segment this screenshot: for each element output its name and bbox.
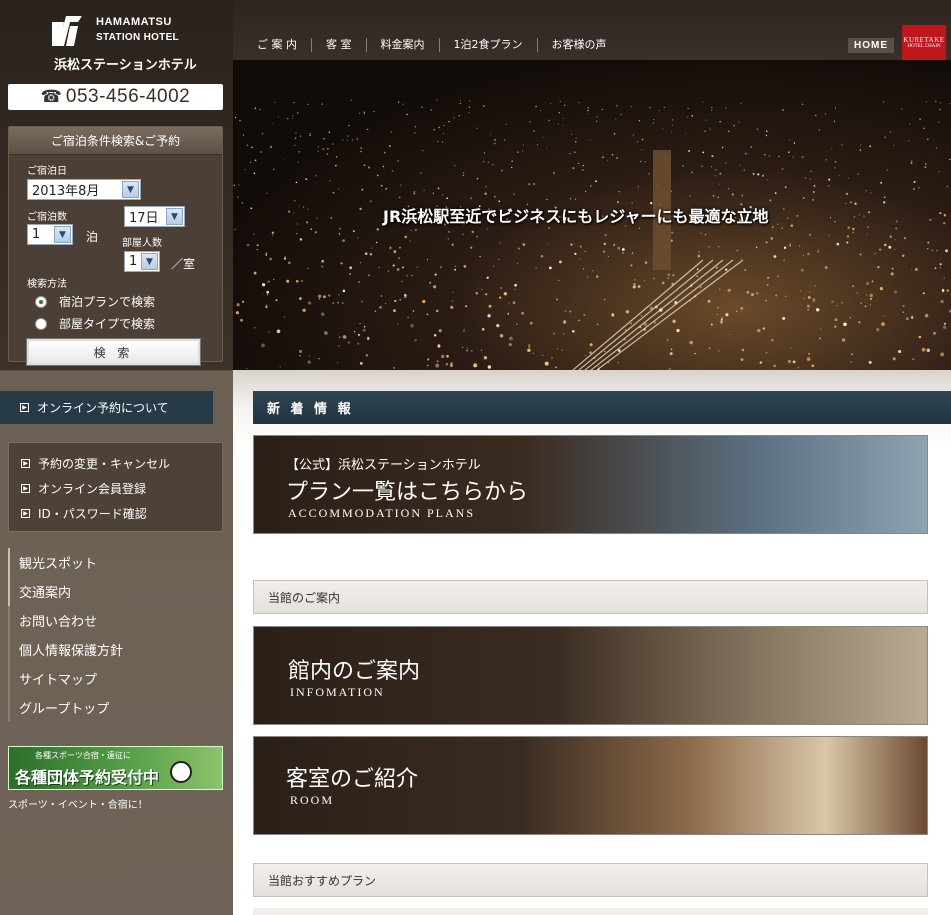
search-by-plan-label: 宿泊プランで検索 — [59, 295, 156, 309]
online-reservation-label: オンライン予約について — [37, 401, 169, 415]
hero-caption: JR浜松駅至近でビジネスにもレジャーにも最適な立地 — [383, 207, 769, 226]
nav-rates[interactable]: 料金案内 — [367, 38, 440, 52]
phone-number: 053-456-4002 — [65, 86, 191, 107]
arrow-bullet-icon: ▶ — [20, 403, 29, 412]
search-method-label: 検索方法 — [27, 279, 67, 290]
search-form-title: ご宿泊条件検索&ご予約 — [9, 127, 222, 155]
chevron-down-icon: ▼ — [141, 253, 158, 270]
global-nav: ご 案 内 客 室 料金案内 1泊2食プラン お客様の声 — [243, 38, 621, 52]
radio-button[interactable] — [35, 317, 47, 330]
month-select-value: 2013年8月 — [32, 184, 100, 199]
group-banner-subtitle: 各種スポーツ合宿・遠征に — [35, 751, 131, 760]
room-banner-english: ROOM — [290, 793, 335, 807]
room-banner-title: 客室のご紹介 — [286, 767, 419, 792]
nights-select-value: 1 — [32, 227, 41, 242]
recommended-plans-section-header: 当館おすすめプラン — [253, 863, 928, 897]
group-reservation-banner[interactable]: 各種スポーツ合宿・遠征に 各種団体予約受付中 — [8, 746, 223, 790]
member-item-id-password[interactable]: ▶ ID・パスワード確認 — [9, 501, 222, 526]
sidebar-link-sightseeing[interactable]: 観光スポット — [8, 548, 223, 577]
chevron-down-icon: ▼ — [54, 226, 71, 243]
group-banner-caption: スポーツ・イベント・合宿に！ — [8, 800, 148, 811]
arrow-bullet-icon: ▶ — [21, 459, 30, 468]
info-banner-english: INFOMATION — [290, 685, 385, 699]
radio-button-selected[interactable] — [35, 295, 47, 308]
phone-number-box[interactable]: ☎ 053-456-4002 — [8, 84, 223, 110]
hotel-guide-section-header: 当館のご案内 — [253, 580, 928, 614]
sidebar-link-privacy[interactable]: 個人情報保護方針 — [8, 635, 223, 664]
month-select[interactable]: 2013年8月 ▼ — [27, 179, 141, 200]
arrow-bullet-icon: ▶ — [21, 484, 30, 493]
hero-night-city-image: JR浜松駅至近でビジネスにもレジャーにも最適な立地 — [233, 60, 951, 370]
arrow-bullet-icon: ▶ — [21, 509, 30, 518]
member-menu: ▶ 予約の変更・キャンセル ▶ オンライン会員登録 ▶ ID・パスワード確認 — [8, 442, 223, 532]
nights-label: ご宿泊数 — [27, 212, 67, 223]
content-bottom-strip — [253, 908, 928, 915]
member-item-register[interactable]: ▶ オンライン会員登録 — [9, 476, 222, 501]
kuretake-logo-text: KURETAKE — [903, 36, 945, 44]
news-section-header: 新 着 情 報 — [253, 391, 951, 424]
nights-unit: 泊 — [86, 230, 99, 244]
room-people-label: 部屋人数 — [122, 238, 162, 249]
kuretake-hotel-chain-logo[interactable]: KURETAKE HOTEL CHAIN — [902, 25, 946, 60]
facility-info-banner[interactable]: 館内のご案内 INFOMATION — [253, 626, 928, 725]
main-content: 新 着 情 報 【公式】浜松ステーションホテル プラン一覧はこちらから ACCO… — [233, 370, 951, 915]
nav-rooms[interactable]: 客 室 — [312, 38, 367, 52]
search-by-room-option[interactable]: 部屋タイプで検索 — [35, 315, 155, 332]
logo-english-line1: HAMAMATSU — [96, 16, 172, 28]
top-navigation-bar: ご 案 内 客 室 料金案内 1泊2食プラン お客様の声 HOME KURETA… — [233, 0, 951, 60]
search-by-plan-option[interactable]: 宿泊プランで検索 — [35, 293, 155, 310]
day-select[interactable]: 17日 ▼ — [124, 206, 185, 227]
nav-guide[interactable]: ご 案 内 — [243, 38, 312, 52]
sidebar-link-access[interactable]: 交通案内 — [8, 577, 223, 606]
room-intro-banner[interactable]: 客室のご紹介 ROOM — [253, 736, 928, 835]
plans-banner-small-title: 【公式】浜松ステーションホテル — [286, 458, 481, 473]
sidebar: HAMAMATSU STATION HOTEL 浜松ステーションホテル ☎ 05… — [0, 0, 233, 915]
member-item-label: 予約の変更・キャンセル — [38, 457, 171, 471]
sidebar-link-sitemap[interactable]: サイトマップ — [8, 664, 223, 693]
people-select[interactable]: 1 ▼ — [124, 251, 160, 272]
member-item-label: ID・パスワード確認 — [38, 507, 147, 521]
nav-meal-plan[interactable]: 1泊2食プラン — [440, 38, 538, 52]
chevron-down-icon: ▼ — [122, 181, 139, 198]
reservation-search-form: ご宿泊条件検索&ご予約 ご宿泊日 2013年8月 ▼ ご宿泊数 17日 ▼ 1 … — [8, 126, 223, 366]
logo-english-line2: STATION HOTEL — [96, 32, 179, 43]
day-select-value: 17日 — [129, 211, 159, 226]
sidebar-link-contact[interactable]: お問い合わせ — [8, 606, 223, 635]
people-select-value: 1 — [129, 254, 138, 269]
info-banner-title: 館内のご案内 — [288, 659, 421, 684]
search-by-room-label: 部屋タイプで検索 — [59, 317, 156, 331]
search-button[interactable]: 検 索 — [26, 338, 201, 366]
logo-japanese: 浜松ステーションホテル — [54, 58, 197, 73]
group-banner-title: 各種団体予約受付中 — [15, 768, 160, 787]
nights-select[interactable]: 1 ▼ — [27, 224, 73, 245]
soccer-ball-icon — [170, 761, 192, 783]
sidebar-nav: 観光スポット 交通案内 お問い合わせ 個人情報保護方針 サイトマップ グループト… — [8, 548, 223, 722]
plans-banner-title: プラン一覧はこちらから — [286, 480, 529, 505]
home-button[interactable]: HOME — [848, 38, 894, 53]
sidebar-link-group-top[interactable]: グループトップ — [8, 693, 223, 722]
member-item-label: オンライン会員登録 — [38, 482, 147, 496]
phone-icon: ☎ — [40, 87, 62, 107]
hotel-logo[interactable]: HAMAMATSU STATION HOTEL 浜松ステーションホテル — [50, 14, 197, 74]
nav-reviews[interactable]: お客様の声 — [538, 38, 621, 52]
people-unit: ／室 — [171, 257, 196, 271]
online-reservation-info-link[interactable]: ▶ オンライン予約について — [0, 391, 213, 424]
kuretake-logo-subtext: HOTEL CHAIN — [907, 44, 941, 49]
accommodation-plans-banner[interactable]: 【公式】浜松ステーションホテル プラン一覧はこちらから ACCOMMODATIO… — [253, 435, 928, 534]
checkin-date-label: ご宿泊日 — [27, 166, 67, 177]
member-item-change-cancel[interactable]: ▶ 予約の変更・キャンセル — [9, 451, 222, 476]
chevron-down-icon: ▼ — [166, 208, 183, 225]
logo-mark-icon — [52, 16, 82, 46]
plans-banner-english: ACCOMMODATION PLANS — [288, 506, 476, 520]
